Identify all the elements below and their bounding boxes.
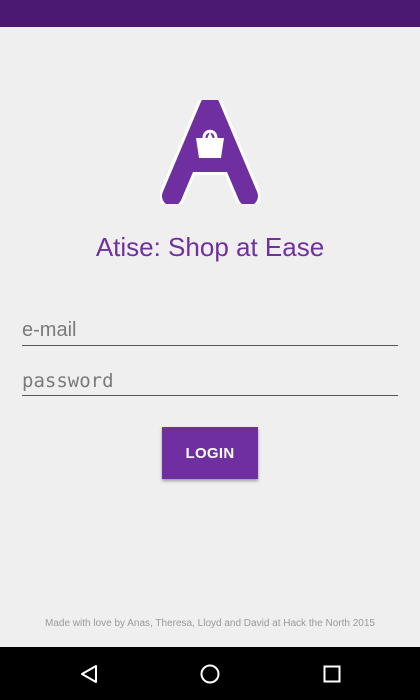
app-logo xyxy=(159,93,261,209)
home-button[interactable] xyxy=(193,657,227,691)
password-input[interactable] xyxy=(22,366,398,395)
recents-button[interactable] xyxy=(315,657,349,691)
email-field[interactable] xyxy=(22,316,398,346)
app-title: Atise: Shop at Ease xyxy=(95,232,325,262)
recents-icon xyxy=(323,665,341,683)
password-field[interactable] xyxy=(22,366,398,396)
credits-text: Made with love by Anas, Theresa, Lloyd a… xyxy=(44,618,375,629)
email-input[interactable] xyxy=(22,316,398,345)
back-button[interactable] xyxy=(72,657,106,691)
back-icon xyxy=(81,665,97,683)
home-icon xyxy=(200,664,220,684)
status-bar xyxy=(0,0,420,27)
atise-logo-icon xyxy=(159,93,261,209)
login-button[interactable]: LOGIN xyxy=(162,427,258,479)
navigation-bar xyxy=(0,647,420,700)
